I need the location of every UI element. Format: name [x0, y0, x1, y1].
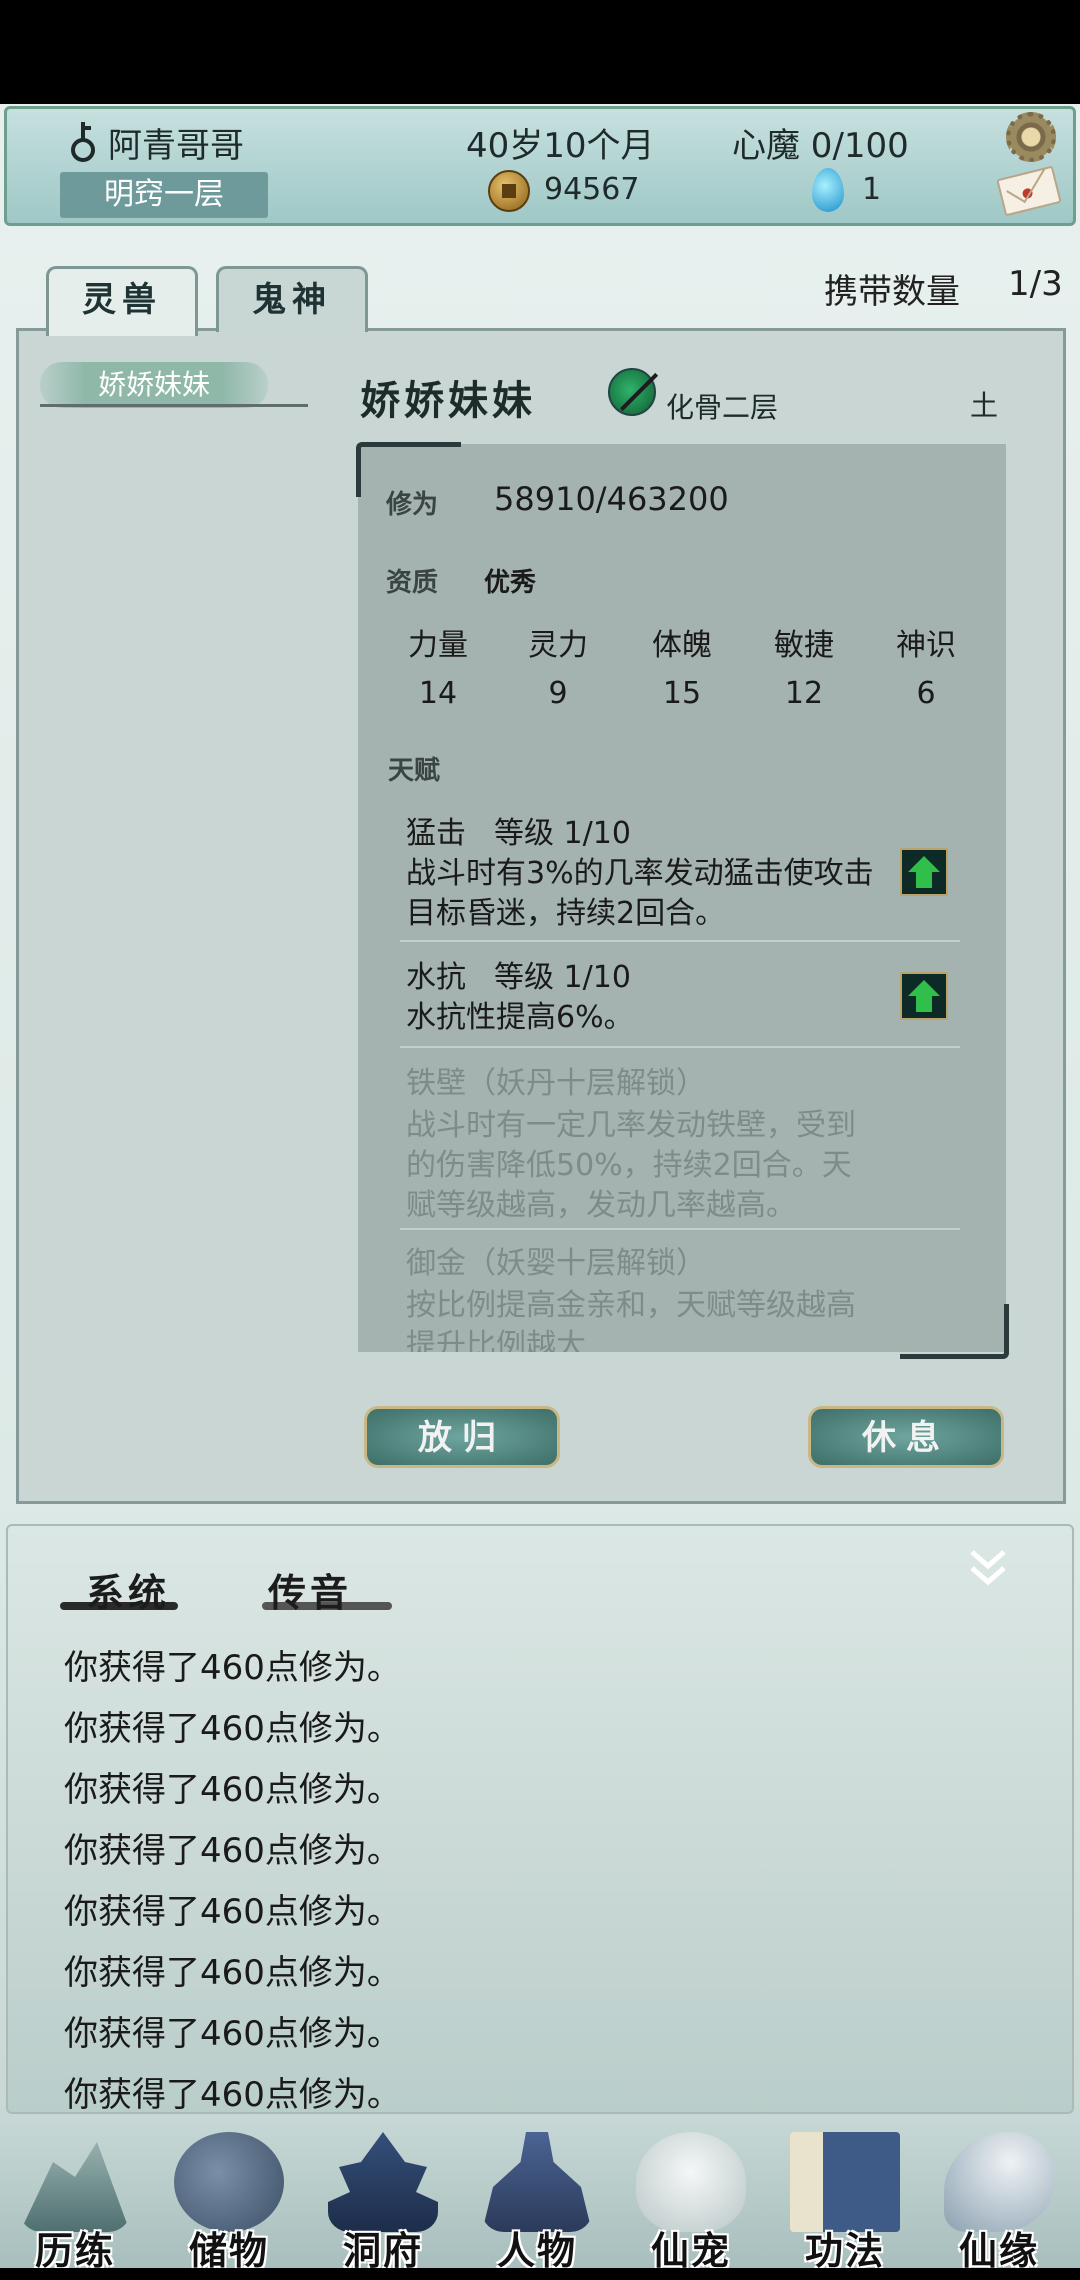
rest-button[interactable]: 休息	[808, 1406, 1004, 1468]
stat-header: 体魄	[652, 628, 712, 663]
nav-item-trials[interactable]: 历练	[0, 2126, 150, 2273]
stat-value: 15	[662, 676, 702, 711]
cultivation-value: 58910/463200	[494, 480, 729, 518]
realm-label: 明窍一层	[104, 177, 224, 212]
chevron-double-down-icon[interactable]	[968, 1546, 1008, 1590]
ghost-pet-icon	[636, 2132, 746, 2232]
talent-name-locked: 铁壁（妖丹十层解锁）	[406, 1066, 706, 1101]
rename-brush-icon[interactable]	[608, 368, 656, 416]
log-line: 你获得了460点修为。	[64, 1770, 401, 1810]
stat-value: 6	[916, 676, 936, 711]
stat-value: 14	[418, 676, 458, 711]
pet-element: 土	[970, 389, 999, 422]
nav-label: 人物	[496, 2228, 577, 2273]
talent-level: 等级 1/10	[494, 960, 631, 995]
divider	[400, 1046, 960, 1048]
gourd-bag-icon	[174, 2132, 284, 2232]
stat-header: 神识	[896, 628, 956, 663]
spirit-stone-count: 1	[862, 172, 882, 207]
system-nav-bar	[0, 2268, 1080, 2280]
nav-label: 功法	[804, 2228, 885, 2273]
talent-description-locked: 按比例提高金亲和，天赋等级越高提升比例越大	[406, 1288, 856, 1352]
heart-demon-label: 心魔 0/100	[732, 126, 909, 166]
player-name[interactable]: 阿青哥哥	[108, 118, 244, 167]
coin-count: 94567	[544, 172, 640, 207]
upgrade-arrow-icon[interactable]	[900, 972, 948, 1020]
pet-list-divider	[40, 404, 308, 407]
nav-item-character[interactable]: 人物	[462, 2126, 612, 2273]
character-icon	[482, 2132, 592, 2232]
talent-description-locked: 战斗时有一定几率发动铁壁，受到的伤害降低50%，持续2回合。天赋等级越高，发动几…	[406, 1108, 856, 1223]
log-tab-whisper[interactable]: 传音	[268, 1562, 352, 1617]
gear-icon[interactable]	[1006, 112, 1056, 162]
log-line: 你获得了460点修为。	[64, 2075, 401, 2115]
pet-list-item[interactable]: 娇娇妹妹	[40, 362, 268, 408]
book-icon	[790, 2132, 900, 2232]
talent-name-locked: 御金（妖婴十层解锁）	[406, 1246, 706, 1281]
tab-ghost-god[interactable]: 鬼神	[216, 266, 368, 332]
status-bar	[0, 0, 1080, 104]
nav-item-fate[interactable]: 仙缘	[924, 2126, 1074, 2273]
log-line: 你获得了460点修为。	[64, 1648, 401, 1688]
carry-value: 1/3	[1008, 264, 1063, 304]
stat-header: 敏捷	[774, 628, 834, 663]
aptitude-value: 优秀	[484, 568, 537, 598]
pet-name: 娇娇妹妹	[360, 377, 536, 424]
nav-label: 历练	[34, 2228, 115, 2273]
spirit-stone-icon	[812, 168, 844, 212]
carry-label: 携带数量	[824, 272, 960, 312]
nav-item-immortal-pet[interactable]: 仙宠	[616, 2126, 766, 2273]
age-label: 40岁10个月	[466, 126, 655, 166]
aptitude-label: 资质	[386, 568, 439, 598]
log-line: 你获得了460点修为。	[64, 1953, 401, 1993]
nav-label: 仙宠	[650, 2228, 731, 2273]
nav-label: 储物	[188, 2228, 269, 2273]
coin-icon	[488, 170, 530, 212]
log-line: 你获得了460点修为。	[64, 1709, 401, 1749]
cultivation-label: 修为	[386, 490, 439, 520]
nav-label: 洞府	[342, 2228, 423, 2273]
tab-spirit-beast[interactable]: 灵兽	[46, 266, 198, 336]
stat-header: 灵力	[528, 628, 588, 663]
talent-description-clip: 按比例提高金亲和，天赋等级越高提升比例越大	[400, 1284, 900, 1352]
stat-header: 力量	[408, 628, 468, 663]
stat-value: 12	[784, 676, 824, 711]
talent-description: 水抗性提高6%。	[406, 1000, 634, 1035]
release-button[interactable]: 放归	[364, 1406, 560, 1468]
crane-icon	[944, 2132, 1054, 2232]
upgrade-arrow-icon[interactable]	[900, 848, 948, 896]
divider	[400, 940, 960, 942]
pet-level: 化骨二层	[666, 391, 779, 424]
nav-label: 仙缘	[958, 2228, 1039, 2273]
log-line: 你获得了460点修为。	[64, 2014, 401, 2054]
nav-item-storage[interactable]: 储物	[154, 2126, 304, 2273]
nav-item-cave[interactable]: 洞府	[308, 2126, 458, 2273]
log-tab-system[interactable]: 系统	[86, 1562, 170, 1617]
talent-description: 战斗时有3%的几率发动猛击使攻击目标昏迷，持续2回合。	[406, 856, 874, 931]
lock-icon	[71, 122, 95, 162]
frame-corner	[900, 1304, 1009, 1359]
mountain-icon	[20, 2142, 130, 2232]
pagoda-icon	[328, 2132, 438, 2232]
log-line: 你获得了460点修为。	[64, 1892, 401, 1932]
stat-value: 9	[548, 676, 568, 711]
talent-level: 等级 1/10	[494, 816, 631, 851]
talents-label: 天赋	[388, 756, 441, 786]
talent-name: 猛击	[406, 816, 466, 851]
talent-name: 水抗	[406, 960, 466, 995]
divider	[400, 1228, 960, 1230]
nav-item-techniques[interactable]: 功法	[770, 2126, 920, 2273]
log-line: 你获得了460点修为。	[64, 1831, 401, 1871]
